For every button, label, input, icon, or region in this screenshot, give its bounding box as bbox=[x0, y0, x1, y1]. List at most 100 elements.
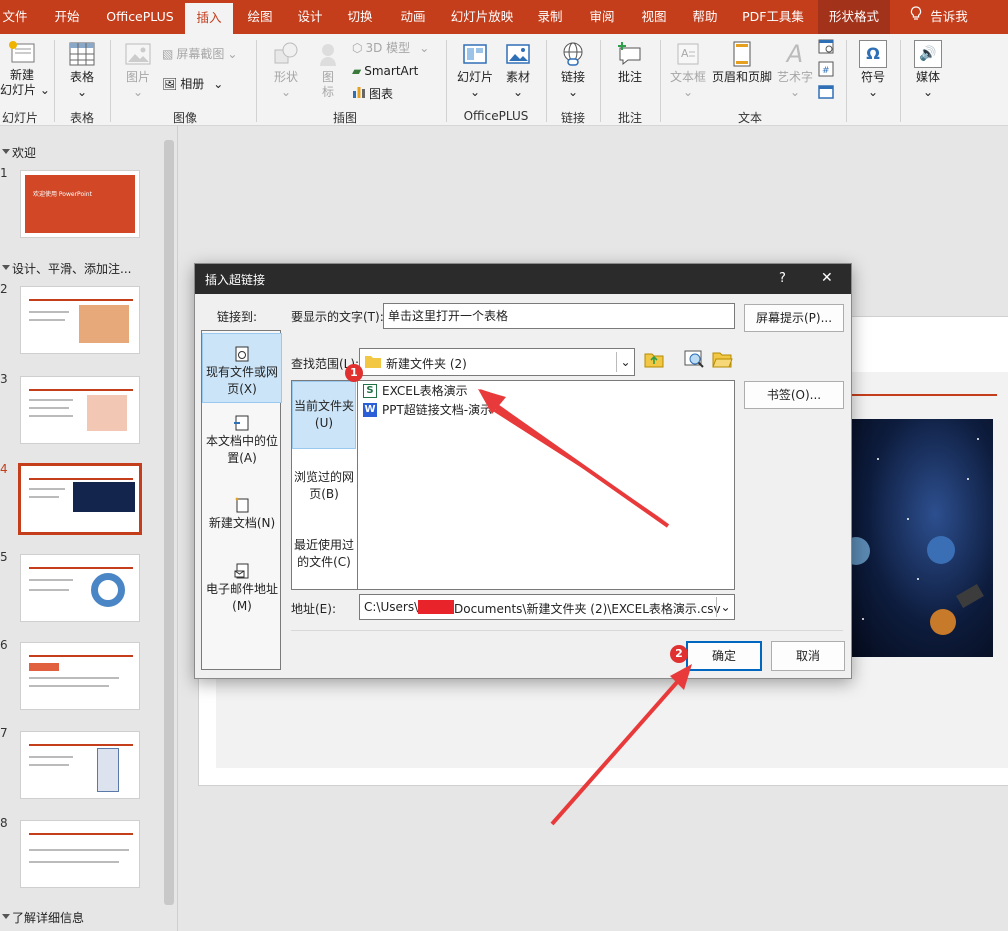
tab-file[interactable]: 文件 bbox=[0, 0, 30, 34]
tab-animations[interactable]: 动画 bbox=[389, 0, 437, 34]
chevron-down-icon: ⌄ bbox=[682, 85, 694, 99]
ribbon-separator bbox=[600, 40, 601, 122]
lightbulb-icon bbox=[910, 0, 922, 34]
slide-thumbnail-3[interactable] bbox=[20, 376, 140, 444]
date-time-icon[interactable] bbox=[818, 38, 836, 56]
group-text-label: 文本 bbox=[737, 111, 762, 125]
section-welcome[interactable]: 欢迎 bbox=[1, 144, 36, 161]
slide-thumbnail-7[interactable] bbox=[20, 731, 140, 799]
screenshot-label: 屏幕截图 bbox=[176, 47, 225, 61]
link-button[interactable]: 链接 ⌄ bbox=[554, 40, 592, 100]
group-officeplus-label: OfficePLUS bbox=[463, 109, 529, 123]
tab-insert[interactable]: 插入 bbox=[185, 3, 233, 34]
slide-thumbnail-1[interactable]: 欢迎使用 PowerPoint bbox=[20, 170, 140, 238]
slide-text-line bbox=[29, 496, 59, 498]
tab-slideshow[interactable]: 幻灯片放映 bbox=[446, 0, 518, 34]
look-current-folder[interactable]: 当前文件夹(U) bbox=[292, 381, 356, 449]
scrollbar-thumb[interactable] bbox=[164, 140, 174, 905]
step-1-badge: 1 bbox=[345, 364, 363, 382]
tab-design[interactable]: 设计 bbox=[288, 0, 332, 34]
cancel-button[interactable]: 取消 bbox=[771, 641, 845, 671]
3d-model-button[interactable]: ⬡ 3D 模型 ⌄ bbox=[352, 40, 429, 56]
ribbon-insert: 新建 幻灯片 ⌄ 表格 ⌄ 图片 ⌄ ▧ 屏幕截图 ⌄ 🖼 相册 ⌄ 图像 形状 ⌄ bbox=[0, 34, 1008, 126]
address-label: 地址(E): bbox=[291, 602, 336, 616]
slide-thumbnail-6[interactable] bbox=[20, 642, 140, 710]
officeplus-slides-button[interactable]: 幻灯片 ⌄ bbox=[454, 40, 496, 100]
chevron-down-icon[interactable]: ⌄ bbox=[716, 597, 734, 617]
help-icon[interactable]: ? bbox=[779, 271, 786, 286]
tab-officeplus[interactable]: OfficePLUS bbox=[100, 0, 180, 34]
new-slide-button[interactable]: 新建 幻灯片 ⌄ bbox=[0, 40, 50, 98]
chevron-down-icon[interactable]: ⌄ bbox=[616, 352, 634, 372]
link-to-existing-file[interactable]: 现有文件或网页(X) bbox=[202, 333, 282, 403]
close-icon[interactable]: ✕ bbox=[821, 270, 833, 286]
tab-draw[interactable]: 绘图 bbox=[238, 0, 282, 34]
slide-thumbnail-4[interactable] bbox=[18, 463, 142, 535]
link-to-place-in-document[interactable]: 本文档中的位置(A) bbox=[202, 415, 282, 467]
object-icon[interactable] bbox=[818, 84, 836, 102]
tell-me-label: 告诉我 bbox=[930, 9, 968, 24]
tab-shape-format[interactable]: 形状格式 bbox=[818, 0, 890, 34]
tab-home[interactable]: 开始 bbox=[44, 0, 90, 34]
tell-me-search[interactable]: 告诉我 bbox=[898, 0, 980, 34]
file-item-excel[interactable]: S EXCEL表格演示 bbox=[363, 382, 468, 400]
header-footer-button[interactable]: 页眉和页脚 bbox=[710, 40, 774, 85]
slide-number: 6 bbox=[0, 638, 8, 652]
symbol-button[interactable]: Ω 符号 ⌄ bbox=[854, 40, 892, 100]
comment-button[interactable]: 批注 bbox=[610, 40, 650, 85]
dialog-divider bbox=[291, 630, 843, 631]
screenshot-button[interactable]: ▧ 屏幕截图 ⌄ bbox=[162, 46, 237, 62]
textbox-button[interactable]: A 文本框 ⌄ bbox=[668, 40, 708, 100]
bookmark-button[interactable]: 书签(O)... bbox=[744, 381, 844, 409]
tab-record[interactable]: 录制 bbox=[528, 0, 572, 34]
album-label: 相册 bbox=[180, 77, 205, 91]
smartart-button[interactable]: ▰ SmartArt bbox=[352, 63, 418, 79]
link-to-new-document[interactable]: 新建文档(N) bbox=[202, 497, 282, 532]
folder-up-icon[interactable] bbox=[643, 348, 665, 370]
tab-review[interactable]: 审阅 bbox=[580, 0, 624, 34]
slide-number-icon[interactable]: # bbox=[818, 61, 836, 79]
slide-thumbnail-5[interactable] bbox=[20, 554, 140, 622]
link-to-email[interactable]: 电子邮件地址(M) bbox=[202, 563, 282, 615]
ok-button[interactable]: 确定 bbox=[686, 641, 762, 671]
address-field[interactable]: C:\Users\ Documents\新建文件夹 (2)\EXCEL表格演示.… bbox=[359, 594, 735, 620]
chevron-down-icon: ⌄ bbox=[213, 77, 224, 91]
icons-button[interactable]: 图 标 bbox=[310, 40, 346, 100]
screenshot-icon: ▧ bbox=[162, 47, 174, 61]
tab-pdf-tools[interactable]: PDF工具集 bbox=[738, 0, 808, 34]
tab-transitions[interactable]: 切换 bbox=[338, 0, 382, 34]
table-button[interactable]: 表格 ⌄ bbox=[62, 40, 102, 100]
smartart-label: SmartArt bbox=[364, 64, 419, 78]
slide-image bbox=[87, 395, 127, 431]
media-button[interactable]: 🔊 媒体 ⌄ bbox=[908, 40, 948, 100]
slide-thumbnail-8[interactable] bbox=[20, 820, 140, 888]
material-button[interactable]: 素材 ⌄ bbox=[500, 40, 536, 100]
tab-view[interactable]: 视图 bbox=[632, 0, 676, 34]
slide-text-line bbox=[29, 685, 109, 687]
picture-button[interactable]: 图片 ⌄ bbox=[120, 40, 156, 100]
header-footer-icon bbox=[728, 40, 756, 68]
album-button[interactable]: 🖼 相册 ⌄ bbox=[162, 76, 223, 92]
space-image[interactable] bbox=[848, 419, 993, 657]
section-learn-more[interactable]: 了解详细信息 bbox=[1, 909, 84, 926]
wordart-icon: A bbox=[786, 40, 804, 68]
look-recent-files[interactable]: 最近使用过的文件(C) bbox=[292, 537, 356, 571]
look-in-dropdown[interactable]: 新建文件夹 (2) ⌄ bbox=[359, 348, 635, 376]
display-text-field[interactable]: 单击这里打开一个表格 bbox=[383, 303, 735, 329]
chart-button[interactable]: 图表 bbox=[352, 85, 393, 102]
slide-thumbnail-2[interactable] bbox=[20, 286, 140, 354]
screentip-button[interactable]: 屏幕提示(P)... bbox=[744, 304, 844, 332]
file-name: EXCEL表格演示 bbox=[382, 384, 468, 398]
icons-icon bbox=[314, 40, 342, 68]
slide-title-line bbox=[29, 833, 133, 835]
file-item-word[interactable]: W PPT超链接文档-演示 bbox=[363, 401, 492, 419]
tab-help[interactable]: 帮助 bbox=[683, 0, 727, 34]
browse-web-icon[interactable] bbox=[683, 348, 705, 370]
look-browsed-pages[interactable]: 浏览过的网页(B) bbox=[292, 469, 356, 503]
wordart-button[interactable]: A 艺术字 ⌄ bbox=[776, 40, 814, 100]
shapes-button[interactable]: 形状 ⌄ bbox=[266, 40, 306, 100]
browse-file-icon[interactable] bbox=[711, 348, 733, 370]
slide-text-line bbox=[29, 589, 69, 591]
section-design[interactable]: 设计、平滑、添加注... bbox=[1, 260, 131, 277]
slide-1-background bbox=[25, 175, 135, 233]
